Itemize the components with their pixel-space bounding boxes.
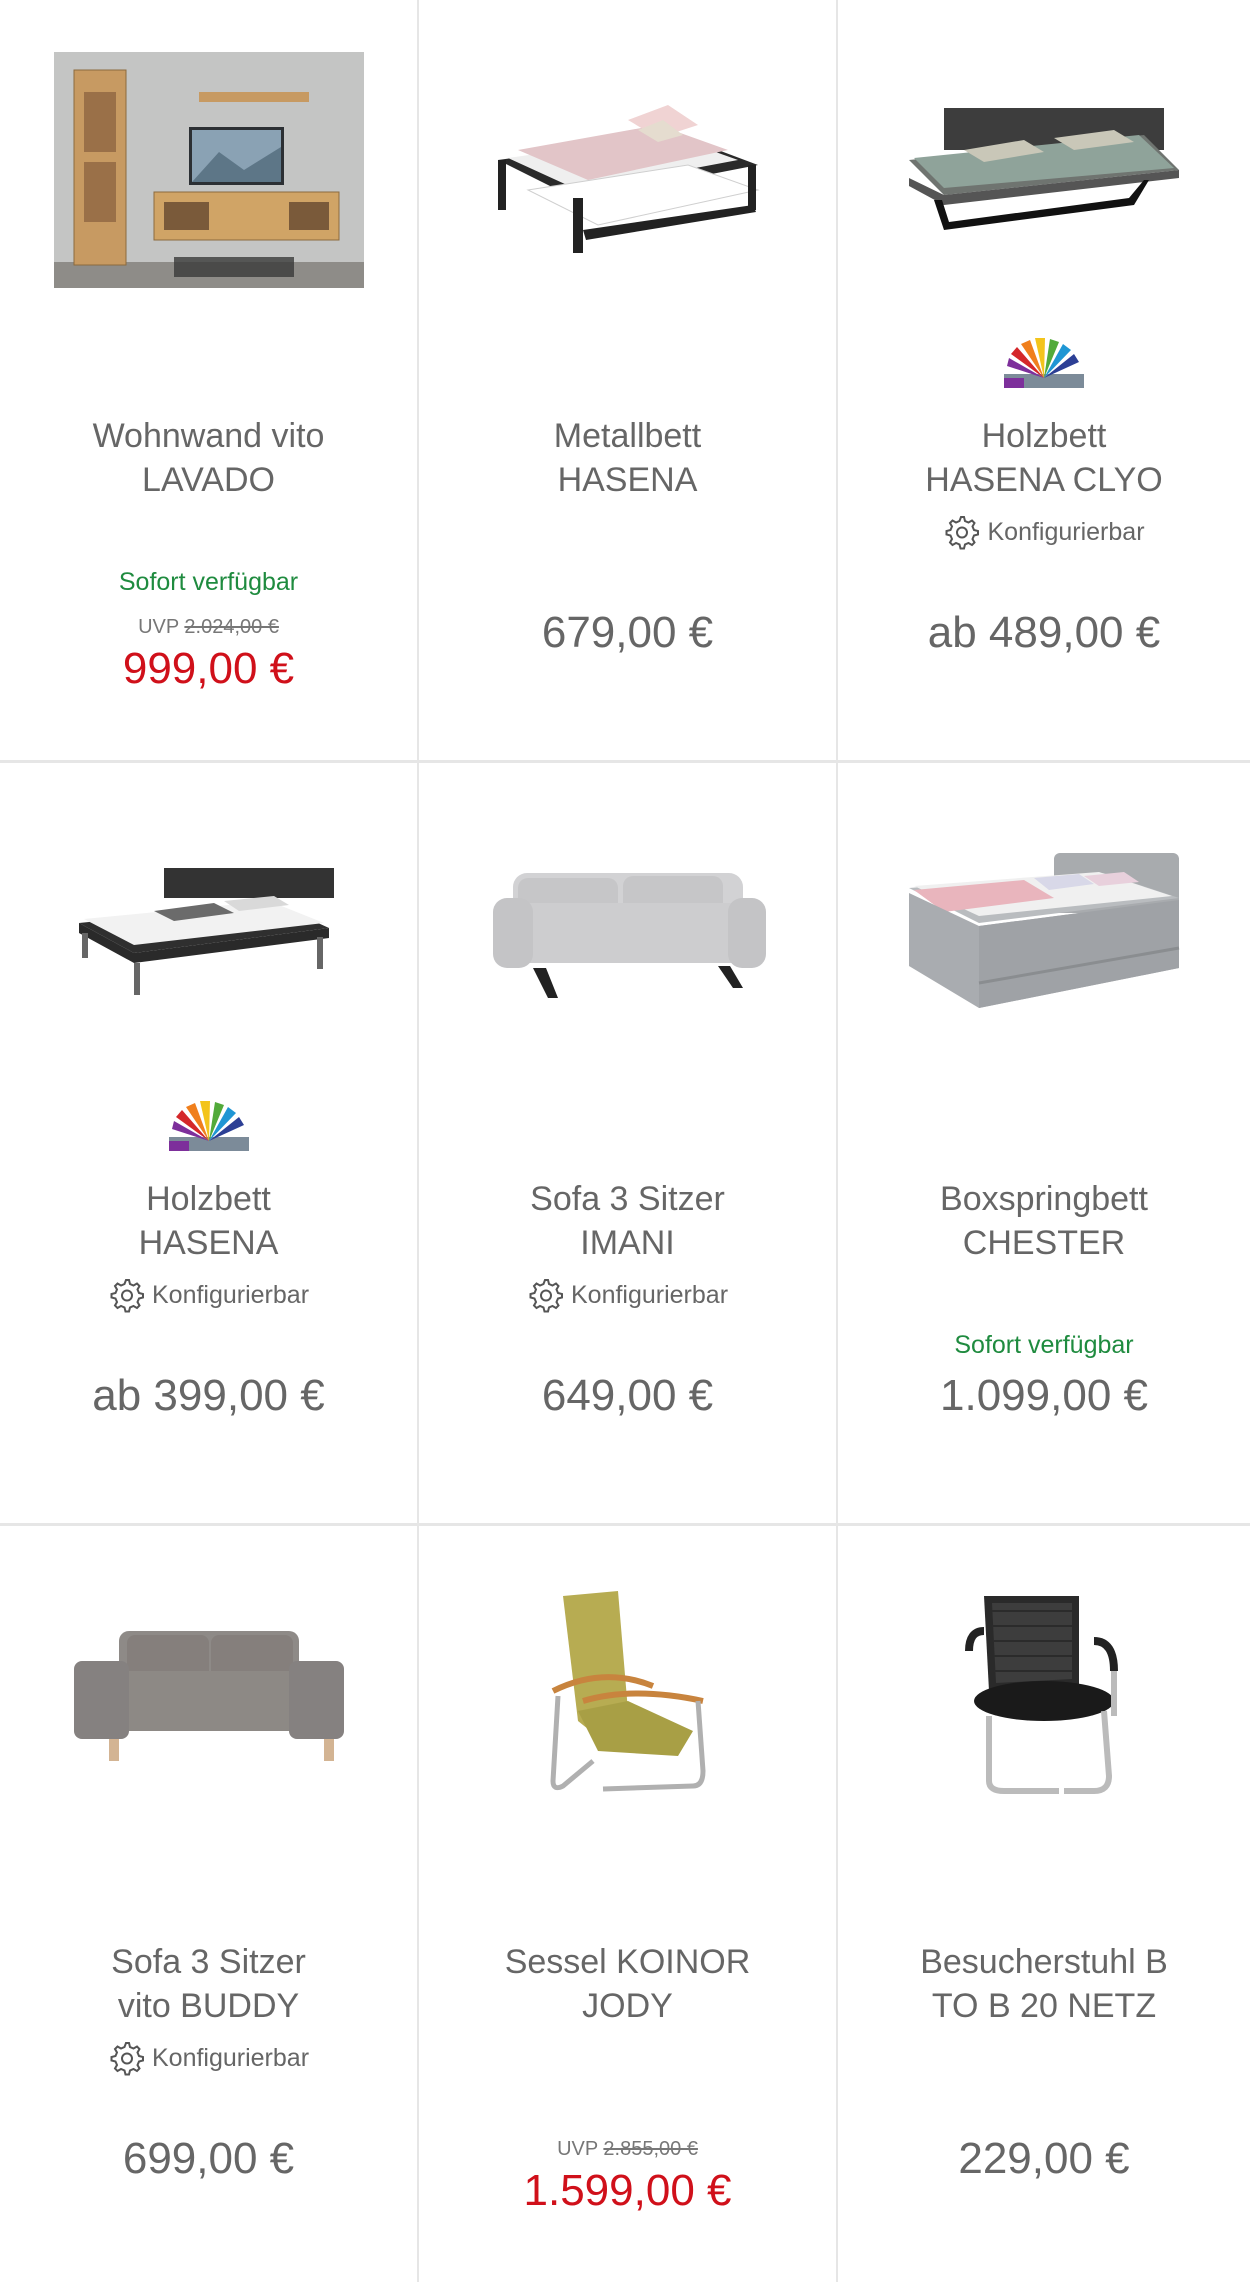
sale-price: 1.599,00 € [523,2166,732,2215]
product-title[interactable]: Sessel KOINOR JODY [429,1940,826,2028]
uvp-label: UVP [138,616,179,638]
product-title-line2[interactable]: TO B 20 NETZ [848,1984,1240,2028]
product-title-line2[interactable]: LAVADO [10,458,407,502]
product-price: ab 489,00 € [927,608,1161,657]
configurable-label: Konfigurierbar [838,514,1250,550]
product-image[interactable] [838,793,1250,1073]
color-fan-icon [168,1101,249,1151]
product-price: ab 399,00 € [92,1371,325,1420]
product-price: 649,00 € [541,1371,714,1420]
product-card-metallbett-hasena[interactable]: Metallbett HASENA 679,00 € [419,0,836,760]
configurable-text: Konfigurierbar [570,1280,729,1309]
product-image[interactable] [0,30,417,310]
product-card-wohnwand-lavado[interactable]: Wohnwand vito LAVADO Sofort verfügbar UV… [0,0,417,760]
color-fan-icon [838,338,1250,394]
visitor-chair-image [965,1596,1118,1794]
color-fan-icon [0,1101,417,1157]
product-title-line1[interactable]: Sofa 3 Sitzer [10,1940,407,1984]
configurable-label: Konfigurierbar [0,2040,417,2076]
gear-icon [110,2042,144,2076]
product-title-line1[interactable]: Sessel KOINOR [429,1940,826,1984]
uvp-price: UVP 2.855,00 € [419,2138,836,2161]
sofa-image [492,873,766,998]
product-title-line1[interactable]: Wohnwand vito [10,414,407,458]
product-title-line1[interactable]: Holzbett [10,1177,407,1221]
boxspring-bed-image [909,853,1180,1008]
product-title-line1[interactable]: Sofa 3 Sitzer [429,1177,826,1221]
gear-icon [529,1279,563,1313]
wall-unit-image [53,52,364,288]
configurable-text: Konfigurierbar [151,1280,310,1309]
product-title-line2[interactable]: IMANI [429,1221,826,1265]
product-price: 699,00 € [122,2134,295,2183]
product-card-sessel-koinor-jody[interactable]: Sessel KOINOR JODY UVP 2.855,00 € 1.599,… [419,1526,836,2282]
product-title-line2[interactable]: HASENA [429,458,826,502]
product-title[interactable]: Metallbett HASENA [429,414,826,502]
availability-label: Sofort verfügbar [954,1331,1134,1359]
product-title-line2[interactable]: CHESTER [848,1221,1240,1265]
product-title-line2[interactable]: vito BUDDY [10,1984,407,2028]
product-title[interactable]: Sofa 3 Sitzer IMANI [429,1177,826,1265]
product-price: 1.099,00 € [940,1371,1148,1420]
product-title-line2[interactable]: HASENA CLYO [848,458,1240,502]
gear-icon [110,1279,144,1313]
product-title-line1[interactable]: Metallbett [429,414,826,458]
product-title[interactable]: Sofa 3 Sitzer vito BUDDY [10,1940,407,2028]
product-image[interactable] [838,30,1250,310]
product-title-line1[interactable]: Boxspringbett [848,1177,1240,1221]
uvp-price: UVP 2.024,00 € [0,616,417,639]
armchair-image [549,1591,706,1792]
product-card-sofa-imani[interactable]: Sofa 3 Sitzer IMANI Konfigurierbar 649,0… [419,763,836,1523]
wood-bed-image [909,108,1179,230]
product-title-line2[interactable]: JODY [429,1984,826,2028]
product-title[interactable]: Besucherstuhl B TO B 20 NETZ [848,1940,1240,2028]
wood-bed-image [78,868,334,995]
configurable-text: Konfigurierbar [987,517,1145,546]
product-card-boxspringbett-chester[interactable]: Boxspringbett CHESTER Sofort verfügbar 1… [838,763,1250,1523]
configurable-label: Konfigurierbar [419,1277,836,1313]
product-grid: Wohnwand vito LAVADO Sofort verfügbar UV… [0,0,1250,2282]
product-card-holzbett-hasena[interactable]: Holzbett HASENA Konfigurierbar ab 399,00… [0,763,417,1523]
product-image[interactable] [419,1556,836,1836]
uvp-old-price: 2.024,00 € [184,616,279,638]
product-title-line1[interactable]: Holzbett [848,414,1240,458]
product-title[interactable]: Wohnwand vito LAVADO [10,414,407,502]
configurable-text: Konfigurierbar [151,2043,310,2072]
availability-label: Sofort verfügbar [118,568,299,596]
color-fan-icon [1004,338,1084,388]
sale-price: 999,00 € [122,644,295,693]
product-price: 229,00 € [958,2134,1130,2183]
product-title-line2[interactable]: HASENA [10,1221,407,1265]
configurable-label: Konfigurierbar [0,1277,417,1313]
uvp-label: UVP [557,2138,598,2160]
product-title[interactable]: Holzbett HASENA [10,1177,407,1265]
product-card-besucherstuhl-b-to-b-20[interactable]: Besucherstuhl B TO B 20 NETZ 229,00 € [838,1526,1250,2282]
metal-bed-image [497,105,760,253]
product-title[interactable]: Holzbett HASENA CLYO [848,414,1240,502]
product-image[interactable] [838,1556,1250,1836]
product-card-holzbett-hasena-clyo[interactable]: Holzbett HASENA CLYO Konfigurierbar ab 4… [838,0,1250,760]
product-title[interactable]: Boxspringbett CHESTER [848,1177,1240,1265]
product-image[interactable] [419,793,836,1073]
uvp-old-price: 2.855,00 € [603,2138,698,2160]
product-card-sofa-vito-buddy[interactable]: Sofa 3 Sitzer vito BUDDY Konfigurierbar … [0,1526,417,2282]
product-image[interactable] [0,793,417,1073]
product-title-line1[interactable]: Besucherstuhl B [848,1940,1240,1984]
product-image[interactable] [419,30,836,310]
gear-icon [945,516,980,550]
product-image[interactable] [0,1556,417,1836]
product-price: 679,00 € [541,608,714,657]
sofa-image [73,1631,344,1761]
